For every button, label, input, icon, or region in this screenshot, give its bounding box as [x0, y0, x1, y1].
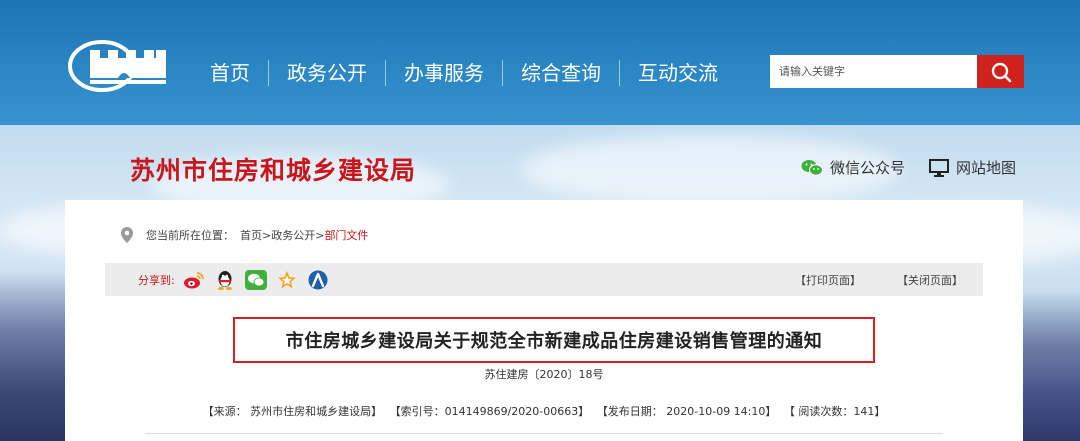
main-nav: 首页 政务公开 办事服务 综合查询 互动交流 [192, 56, 736, 90]
article-panel: 您当前所在位置： 首页 > 政务公开 > 部门文件 分享到: 【打印页面】 【关… [65, 200, 1023, 441]
close-page-link[interactable]: 【关闭页面】 [897, 272, 963, 288]
search-box [770, 55, 1024, 88]
article-title-highlight: 市住房城乡建设局关于规范全市新建成品住房建设销售管理的通知 [233, 317, 875, 363]
breadcrumb: 您当前所在位置： 首页 > 政务公开 > 部门文件 [120, 226, 368, 244]
breadcrumb-department-docs[interactable]: 部门文件 [324, 227, 368, 243]
qq-icon[interactable] [214, 269, 236, 291]
breadcrumb-prefix: 您当前所在位置： [146, 229, 234, 242]
print-page-link[interactable]: 【打印页面】 [795, 272, 861, 288]
nav-item-government-affairs[interactable]: 政务公开 [269, 56, 385, 90]
nav-item-interaction[interactable]: 互动交流 [620, 56, 736, 90]
meta-index-number: 【索引号：014149869/2020-00663】 [389, 405, 590, 418]
article-meta: 【来源： 苏州市住房和城乡建设局】 【索引号：014149869/2020-00… [65, 403, 1023, 419]
meta-publish-date: 【发布日期： 2020-10-09 14:10】 [596, 405, 777, 418]
sitemap-label: 网站地图 [955, 159, 1016, 177]
star-icon[interactable] [276, 269, 298, 291]
search-button[interactable] [977, 55, 1024, 88]
search-input[interactable] [770, 55, 977, 88]
search-icon [991, 62, 1011, 82]
breadcrumb-separator: > [315, 228, 325, 242]
meta-source: 【来源： 苏州市住房和城乡建设局】 [202, 405, 383, 418]
location-pin-icon [121, 227, 133, 243]
site-logo[interactable] [68, 40, 168, 92]
meta-view-count: 【 阅读次数：141】 [783, 405, 886, 418]
top-nav-bar: 首页 政务公开 办事服务 综合查询 互动交流 [0, 0, 1080, 125]
breadcrumb-separator: > [262, 228, 272, 242]
document-number: 苏住建房〔2020〕18号 [484, 368, 604, 381]
share-label: 分享到: [138, 273, 175, 287]
wechat-account-link[interactable]: 微信公众号 [801, 157, 905, 178]
article-title: 市住房城乡建设局关于规范全市新建成品住房建设销售管理的通知 [285, 331, 823, 352]
nav-item-services[interactable]: 办事服务 [386, 56, 502, 90]
share-bar: 分享到: 【打印页面】 【关闭页面】 [105, 263, 983, 296]
breadcrumb-government-affairs[interactable]: 政务公开 [271, 227, 315, 243]
renren-icon[interactable] [307, 269, 329, 291]
city-skyline-left [0, 271, 70, 441]
city-skyline-right [1020, 291, 1080, 441]
site-title: 苏州市住房和城乡建设局 [130, 156, 417, 185]
page-actions: 【打印页面】 【关闭页面】 [795, 272, 963, 288]
content-divider [145, 433, 943, 434]
weibo-icon[interactable] [183, 269, 205, 291]
wechat-share-icon[interactable] [244, 269, 267, 291]
breadcrumb-home[interactable]: 首页 [240, 227, 262, 243]
header-tools: 微信公众号 网站地图 [801, 157, 1016, 178]
nav-item-home[interactable]: 首页 [192, 56, 268, 90]
sitemap-link[interactable]: 网站地图 [928, 157, 1016, 178]
monitor-icon [928, 158, 949, 177]
nav-item-query[interactable]: 综合查询 [503, 56, 619, 90]
wechat-icon [801, 159, 823, 176]
wechat-account-label: 微信公众号 [829, 159, 905, 177]
